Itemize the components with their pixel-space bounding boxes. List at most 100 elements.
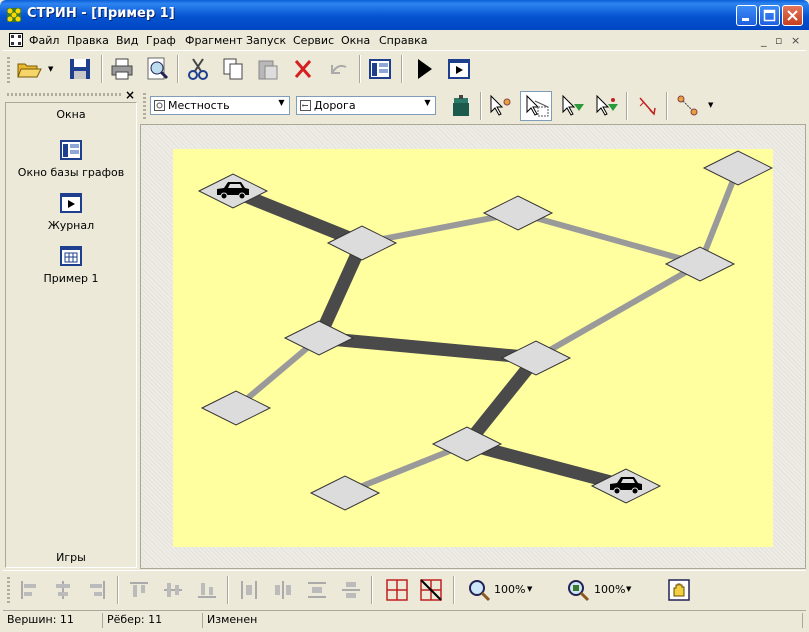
preview-button[interactable] [143,55,171,83]
graph-edge[interactable] [465,437,628,493]
app-icon [7,8,21,22]
select-node-button[interactable] [486,92,514,120]
graph-edge[interactable] [534,261,702,361]
add-edge-button[interactable] [592,92,620,120]
mdi-close-icon[interactable]: × [791,34,800,47]
maximize-button[interactable] [759,5,780,26]
toolbar-grip[interactable] [7,57,10,83]
separator [371,576,373,604]
add-node-icon [562,94,584,116]
hand-icon [668,579,690,601]
separator [666,92,668,120]
save-button[interactable] [66,55,94,83]
road-select[interactable]: Дорога ▼ [296,96,436,115]
graph-node[interactable] [200,390,272,426]
chevron-down-icon[interactable]: ▼ [422,98,433,107]
menu-service[interactable]: Сервис [293,34,334,47]
graph-db-button[interactable] [366,55,394,83]
no-grid-icon [420,579,442,601]
align-center-button[interactable] [49,576,77,604]
no-grid-button[interactable] [417,576,445,604]
weight-icon [453,95,469,116]
panel-item-label: Журнал [47,219,95,232]
panel-grip[interactable] [7,93,123,96]
graph-node[interactable] [482,195,554,231]
panel-footer-games[interactable]: Игры [6,551,136,564]
graph-drawing[interactable] [173,149,773,547]
align-right-button[interactable] [83,576,111,604]
graph-edge[interactable] [318,331,537,365]
cut-button[interactable] [184,55,212,83]
run-button[interactable] [410,55,438,83]
graph-node[interactable] [702,150,773,186]
graph-area[interactable] [173,149,773,547]
align-bottom-button[interactable] [193,576,221,604]
add-node-button[interactable] [558,92,586,120]
delete-button[interactable] [289,55,317,83]
menu-view[interactable]: Вид [116,34,138,47]
print-button[interactable] [108,55,136,83]
menu-graph[interactable]: Граф [146,34,176,47]
weight-button[interactable] [447,92,475,120]
undo-button[interactable] [324,55,352,83]
menu-file[interactable]: Файл [29,34,59,47]
zoom-value[interactable]: 100% [494,583,525,596]
maximize-icon [763,9,776,22]
zoom-fit-button[interactable] [564,576,592,604]
path-button[interactable] [674,92,702,120]
zoom-value-2[interactable]: 100% [594,583,625,596]
terrain-value: Местность [168,99,230,112]
menu-run[interactable]: Запуск [246,34,286,47]
paste-button[interactable] [254,55,282,83]
graph-canvas[interactable] [140,124,806,569]
graph-edge[interactable] [461,353,542,449]
mdi-restore-icon[interactable]: ▫ [775,34,782,47]
document-icon[interactable] [9,33,23,47]
minimize-button[interactable] [736,5,757,26]
undo-icon [331,64,347,74]
align-middle-button[interactable] [159,576,187,604]
select-edge-button[interactable] [520,91,552,121]
chevron-down-icon[interactable]: ▼ [276,98,287,107]
panel-item-journal[interactable]: Журнал [6,192,136,232]
menu-windows[interactable]: Окна [341,34,370,47]
menu-fragment[interactable]: Фрагмент [185,34,243,47]
graph-node[interactable] [283,320,355,356]
journal-button[interactable] [445,55,473,83]
panel-heading[interactable]: Окна [6,108,136,121]
panel-item-graph-db[interactable]: Окно базы графов [6,139,136,179]
distribute-h-button[interactable] [235,576,263,604]
path-dropdown-icon[interactable]: ▼ [708,101,713,109]
graph-edge[interactable] [517,210,701,267]
distribute-v2-button[interactable] [337,576,365,604]
terrain-select[interactable]: Местность ▼ [150,96,290,115]
journal-icon [60,193,82,213]
separator [117,576,119,604]
panel-close-icon[interactable]: × [125,88,135,102]
distribute-h2-button[interactable] [269,576,297,604]
separator [480,92,482,120]
align-middle-icon [164,583,182,597]
toolbar-grip[interactable] [7,577,10,603]
open-dropdown-icon[interactable]: ▼ [48,65,53,73]
align-left-button[interactable] [15,576,43,604]
toolbar-grip[interactable] [143,93,146,119]
zoom-dropdown-icon[interactable]: ▼ [626,585,631,593]
menu-help[interactable]: Справка [379,34,427,47]
pan-button[interactable] [665,576,693,604]
distribute-v-button[interactable] [303,576,331,604]
open-button[interactable] [15,55,43,83]
separator [626,92,628,120]
panel-item-example[interactable]: Пример 1 [6,245,136,285]
mdi-minimize-icon[interactable]: _ [761,34,767,47]
separator [227,576,229,604]
delete-edge-button[interactable] [634,92,662,120]
copy-button[interactable] [219,55,247,83]
menu-edit[interactable]: Правка [67,34,109,47]
title-bar: СТРИН - [Пример 1] [0,0,809,30]
zoom-dropdown-icon[interactable]: ▼ [527,585,532,593]
zoom-button[interactable] [465,576,493,604]
align-top-button[interactable] [125,576,153,604]
close-button[interactable] [782,5,803,26]
grid-button[interactable] [383,576,411,604]
